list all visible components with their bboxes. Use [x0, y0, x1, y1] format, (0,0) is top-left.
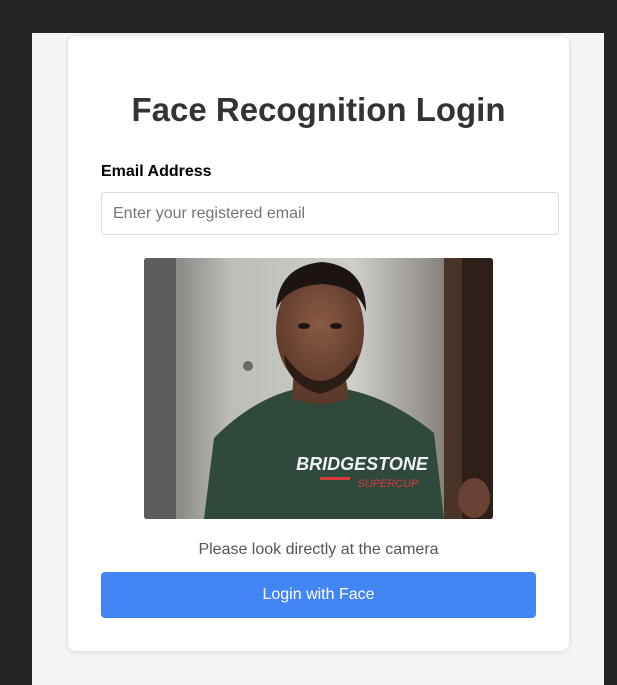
email-field[interactable]	[101, 192, 559, 235]
login-with-face-button[interactable]: Login with Face	[101, 572, 536, 618]
status-message: Please look directly at the camera	[198, 541, 439, 558]
camera-video-feed: BRIDGESTONE SUPERCUP	[144, 258, 493, 519]
email-label: Email Address	[101, 163, 212, 180]
login-card: Face Recognition Login Email Address Ent…	[68, 36, 569, 651]
shirt-logo-text: BRIDGESTONE	[296, 454, 429, 474]
page-viewport: Face Recognition Login Email Address Ent…	[32, 33, 604, 685]
camera-frame-image: BRIDGESTONE SUPERCUP	[144, 258, 493, 519]
page-title: Face Recognition Login	[131, 91, 506, 128]
shirt-logo-subtext: SUPERCUP	[357, 478, 419, 490]
